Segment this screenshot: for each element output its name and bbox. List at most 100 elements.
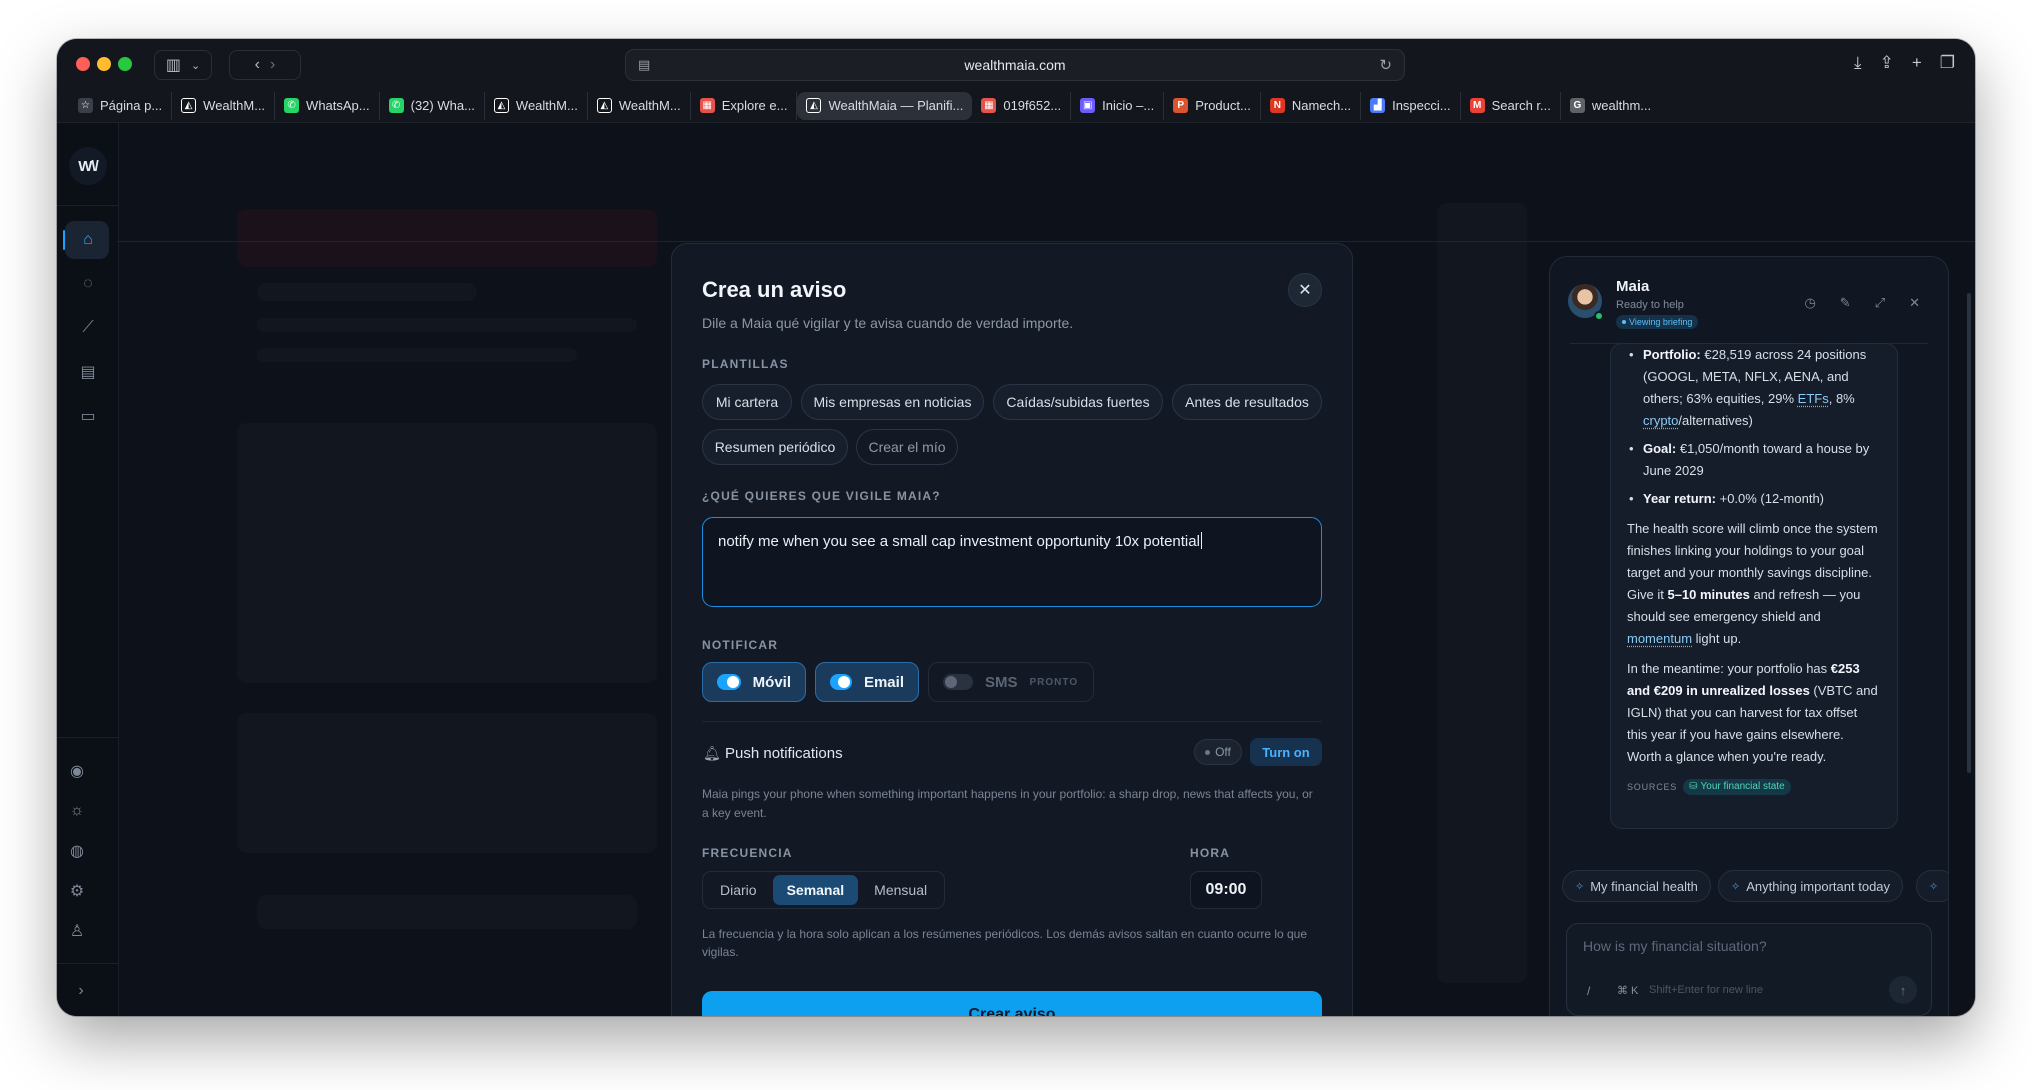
frequency-option-daily[interactable]: Diario [706, 875, 771, 905]
settings-icon[interactable]: ⚙ [65, 879, 89, 903]
new-tab-icon[interactable]: + [1912, 53, 1922, 73]
template-chip[interactable]: Caídas/subidas fuertes [993, 384, 1163, 420]
close-icon[interactable]: ✕ [1288, 273, 1322, 307]
create-own-template-chip[interactable]: Crear el mío [856, 429, 958, 465]
toggle-switch [830, 674, 852, 690]
frequency-option-monthly[interactable]: Mensual [860, 875, 941, 905]
browser-tab[interactable]: ◭ WealthM... [172, 91, 276, 120]
forward-icon[interactable]: › [270, 56, 275, 74]
scrollbar[interactable] [1967, 293, 1971, 773]
eye-icon[interactable]: ◉ [65, 759, 89, 783]
browser-tab[interactable]: ✆ (32) Wha... [380, 91, 485, 120]
browser-tab[interactable]: N Namech... [1261, 91, 1362, 120]
minimize-window-button[interactable] [97, 57, 111, 71]
chart-icon[interactable]: ⟋ [76, 316, 100, 340]
user-icon[interactable]: ♙ [65, 919, 89, 943]
create-alert-button[interactable]: Crear aviso [702, 991, 1322, 1016]
chart-favicon: ▟ [1370, 98, 1386, 113]
tab-label: Search r... [1491, 98, 1551, 113]
sidebar-icon: ▥ [165, 57, 181, 74]
expand-icon[interactable]: ⤢ [1875, 295, 1885, 311]
message-paragraph: The health score will climb once the sys… [1627, 521, 1878, 646]
sidebar-toggle-button[interactable]: ▥ ⌄ [154, 50, 212, 80]
suggestion-chip[interactable]: ✧ Anything important today [1718, 870, 1904, 902]
close-icon[interactable]: ✕ [1909, 295, 1920, 311]
background-card [257, 283, 477, 301]
tab-label: Inicio –... [1102, 98, 1155, 113]
back-icon[interactable]: ‹ [255, 56, 260, 74]
crypto-link[interactable]: crypto [1643, 413, 1678, 428]
tab-label: WhatsAp... [306, 98, 370, 113]
expand-sidebar-icon[interactable]: › [69, 979, 93, 1003]
template-chip[interactable]: Resumen periódico [702, 429, 848, 465]
share-icon[interactable]: ⇪ [1880, 53, 1894, 73]
browser-tab[interactable]: ▣ Inicio –... [1071, 91, 1165, 120]
namecheap-icon: N [1269, 98, 1285, 113]
template-chip[interactable]: Mis empresas en noticias [801, 384, 984, 420]
inicio-favicon: ▣ [1080, 98, 1096, 113]
zoom-window-button[interactable] [118, 57, 132, 71]
browser-tab[interactable]: ✆ WhatsAp... [275, 91, 380, 120]
address-bar[interactable]: ▤ wealthmaia.com ↻ [625, 49, 1405, 81]
doc-favicon: ▦ [981, 98, 997, 113]
channel-email-toggle[interactable]: Email [815, 662, 919, 702]
browser-tab[interactable]: ◭ WealthMaia — Planifi... [797, 91, 973, 120]
close-window-button[interactable] [76, 57, 90, 71]
tab-label: Namech... [1291, 98, 1352, 113]
tab-label: wealthm... [1591, 98, 1652, 113]
star-icon: ☆ [78, 98, 93, 113]
sun-icon[interactable]: ☼ [65, 799, 89, 823]
document-icon[interactable]: ▤ [76, 360, 100, 384]
browser-tab[interactable]: Gwealthm... [1561, 92, 1660, 120]
edit-icon[interactable]: ✎ [1840, 295, 1851, 311]
background-card [237, 209, 657, 267]
source-chip[interactable]: ⛁ Your financial state [1683, 779, 1791, 795]
whatsapp-icon: ✆ [284, 98, 300, 113]
browser-tab[interactable]: M Search r... [1461, 91, 1561, 120]
chat-input[interactable]: How is my financial situation? / ⌘ K Shi… [1566, 923, 1932, 1016]
background-card [237, 423, 657, 683]
wealthmaia-logo[interactable]: W\/ [69, 147, 107, 185]
channel-mobile-toggle[interactable]: Móvil [702, 662, 806, 702]
channel-label: Móvil [752, 673, 791, 691]
browser-tab[interactable]: ◭ WealthM... [588, 91, 691, 120]
browser-tab[interactable]: ▦ 019f652... [972, 91, 1072, 120]
templates-label: PLANTILLAS [702, 357, 789, 371]
watch-textarea[interactable]: notify me when you see a small cap inves… [702, 517, 1322, 607]
bell-icon: 🔔︎ [703, 745, 721, 761]
active-indicator [63, 230, 65, 250]
suggestion-chip[interactable]: ✧ My financial health [1562, 870, 1711, 902]
chevron-down-icon: ⌄ [190, 59, 201, 72]
push-title: Push notifications [725, 745, 843, 762]
history-icon[interactable]: ◷ [1804, 295, 1815, 311]
browser-tab[interactable]: ▦ Explore e... [691, 91, 798, 120]
frequency-option-weekly[interactable]: Semanal [772, 875, 859, 905]
send-icon[interactable]: ↑ [1889, 976, 1917, 1004]
globe-icon[interactable]: ◍ [65, 839, 89, 863]
chat-icon[interactable]: ◌ [76, 272, 100, 296]
time-input[interactable]: 09:00 [1190, 871, 1262, 909]
home-icon[interactable]: ⌂ [76, 228, 100, 252]
template-chip[interactable]: Antes de resultados [1172, 384, 1322, 420]
tab-label: (32) Wha... [410, 98, 475, 113]
sources-label: SOURCES [1627, 782, 1678, 792]
browser-tab[interactable]: ▟ Inspecci... [1361, 91, 1461, 120]
tab-overview-icon[interactable]: ❐ [1940, 53, 1955, 73]
background-card [257, 318, 637, 332]
turn-on-push-button[interactable]: Turn on [1250, 738, 1322, 766]
news-icon[interactable]: ▭ [76, 404, 100, 428]
momentum-link[interactable]: momentum [1627, 631, 1692, 646]
browser-actions: ⤓ ⇪ + ❐ [1854, 53, 1955, 73]
template-chip[interactable]: Mi cartera [702, 384, 792, 420]
etfs-link[interactable]: ETFs [1798, 391, 1829, 406]
browser-tab[interactable]: P Product... [1164, 91, 1261, 120]
browser-tab[interactable]: ◭ WealthM... [485, 91, 588, 120]
wealthmaia-favicon: ◭ [596, 98, 612, 113]
reload-icon[interactable]: ↻ [1379, 56, 1392, 74]
download-icon[interactable]: ⤓ [1854, 53, 1862, 73]
browser-tab[interactable]: ☆ Página p... [69, 91, 173, 120]
suggestion-chip[interactable]: ✧ [1916, 870, 1948, 902]
assistant-name: Maia [1616, 278, 1650, 295]
text-caret [1200, 532, 1203, 549]
page-settings-icon[interactable]: ▤ [638, 57, 650, 73]
